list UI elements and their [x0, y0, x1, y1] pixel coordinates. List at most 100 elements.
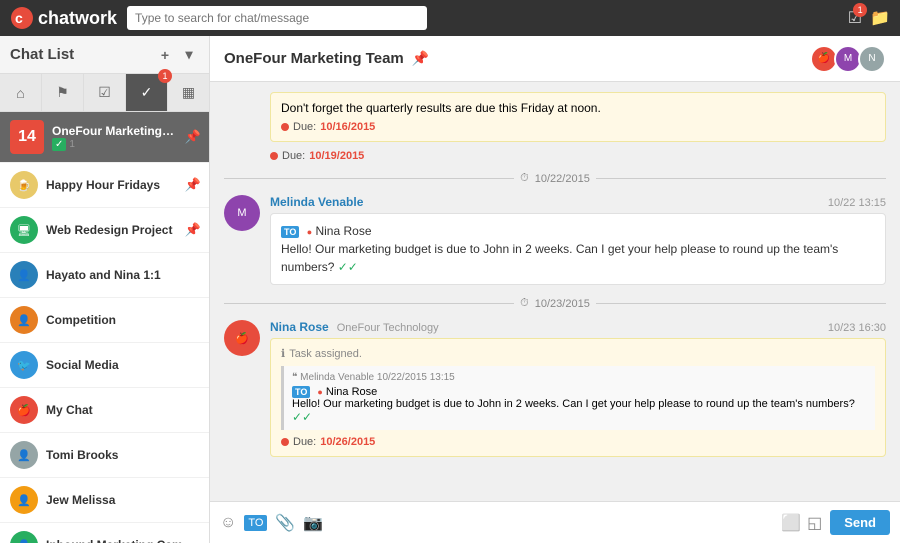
folder-icon[interactable]: 📁	[870, 8, 890, 28]
chat-name-hayato: Hayato and Nina 1:1	[46, 268, 201, 282]
main-layout: Chat List + ▾ ⌂ ⚑ ☑ ✓ 1 ▦ 14 OneFour Mar…	[0, 36, 900, 543]
sender-nina: Nina Rose	[270, 320, 329, 334]
chat-name-tomi: Tomi Brooks	[46, 448, 201, 462]
collapse-icon[interactable]: ◱	[807, 513, 822, 533]
task-check-icon: ✓	[52, 138, 66, 151]
chat-toolbar: ☺ TO 📎 📷 ⬜ ◱ Send	[210, 501, 900, 543]
message-text-melinda: Hello! Our marketing budget is due to Jo…	[281, 242, 838, 274]
tab-grid[interactable]: ▦	[168, 74, 209, 111]
tasks-badge: 1	[853, 3, 867, 17]
logo-icon: c	[10, 6, 34, 30]
pin-icon-header: 📌	[412, 50, 429, 67]
sidebar: Chat List + ▾ ⌂ ⚑ ☑ ✓ 1 ▦ 14 OneFour Mar…	[0, 36, 210, 543]
chat-item-content-happyhour: Happy Hour Fridays	[46, 178, 177, 192]
app-name: chatwork	[38, 8, 117, 29]
chat-item-content-competition: Competition	[46, 313, 201, 327]
chat-item-tomi[interactable]: 👤 Tomi Brooks	[0, 433, 209, 478]
avatar-nina: 🍎	[224, 320, 260, 356]
task-info-nina: ℹ Task assigned.	[281, 347, 875, 360]
chat-avatar-jew: 👤	[10, 486, 38, 514]
due-line-1: Due: 10/16/2015	[281, 121, 875, 133]
chat-avatar-webdesign: 🖥	[10, 216, 38, 244]
chat-item-mychat[interactable]: 🍎 My Chat	[0, 388, 209, 433]
message-group-nina: 🍎 Nina Rose OneFour Technology 10/23 16:…	[224, 320, 886, 463]
chat-item-content-inbound: Inbound Marketing Campaigns	[46, 538, 201, 543]
chat-item-content-tomi: Tomi Brooks	[46, 448, 201, 462]
expand-icons: ⬜ ◱	[781, 513, 822, 533]
quote-to-dot: ●	[317, 387, 322, 397]
chat-item-content-mychat: My Chat	[46, 403, 201, 417]
red-dot-1	[281, 123, 289, 131]
date-divider-2: ⏱ 10/23/2015	[224, 297, 886, 310]
info-icon: ℹ	[281, 347, 285, 360]
avatar-melinda: M	[224, 195, 260, 231]
sidebar-tabs: ⌂ ⚑ ☑ ✓ 1 ▦	[0, 74, 209, 112]
chat-item-content-webdesign: Web Redesign Project	[46, 223, 177, 237]
quote-text: Hello! Our marketing budget is due to Jo…	[292, 398, 855, 410]
clock-icon: ⏱	[520, 172, 529, 185]
chat-name-jew: Jew Melissa	[46, 493, 201, 507]
chat-item-competition[interactable]: 👤 Competition	[0, 298, 209, 343]
task-bubble-nina: ℹ Task assigned. ❝ Melinda Venable 10/22…	[270, 338, 886, 457]
svg-text:c: c	[15, 10, 23, 26]
tab-tasks[interactable]: ☑	[84, 74, 126, 111]
quote-icon: ❝	[292, 372, 297, 383]
chat-avatar-tomi: 👤	[10, 441, 38, 469]
due-line-nina: Due: 10/26/2015	[281, 436, 875, 448]
search-input[interactable]	[135, 11, 419, 25]
attachment-icon[interactable]: 📎	[275, 513, 295, 533]
task-assigned-text: Task assigned.	[289, 348, 362, 360]
message-group-melinda: M Melinda Venable 10/22 13:15 TO ● Nina …	[224, 195, 886, 285]
pin-icon-webdesign: 📌	[185, 222, 201, 238]
quote-checkmark: ✓✓	[292, 410, 312, 424]
chat-item-inbound[interactable]: 👤 Inbound Marketing Campaigns	[0, 523, 209, 543]
chat-avatar-competition: 👤	[10, 306, 38, 334]
chat-sub-onefour: ✓ 1	[52, 138, 177, 151]
company-nina: OneFour Technology	[337, 322, 439, 334]
emoji-icon[interactable]: ☺	[220, 514, 236, 532]
task-text-1: Don't forget the quarterly results are d…	[281, 101, 875, 115]
time-nina: 10/23 16:30	[828, 322, 886, 334]
video-icon[interactable]: 📷	[303, 513, 323, 533]
chat-list-label: Chat List	[10, 46, 74, 63]
add-chat-button[interactable]: +	[155, 45, 175, 65]
chat-name-social: Social Media	[46, 358, 201, 372]
sidebar-header-actions: + ▾	[155, 45, 199, 65]
messages-area[interactable]: Don't forget the quarterly results are d…	[210, 82, 900, 501]
expand-icon[interactable]: ⬜	[781, 513, 801, 533]
chat-item-content-onefour: OneFour Marketing Team ✓ 1	[52, 124, 177, 151]
due-date-1: 10/16/2015	[320, 121, 375, 133]
divider-date-2: 10/23/2015	[535, 298, 590, 310]
due-date-nina: 10/26/2015	[320, 436, 375, 448]
tab-flag[interactable]: ⚑	[42, 74, 84, 111]
sender-melinda: Melinda Venable	[270, 195, 363, 209]
red-dot-nina	[281, 438, 289, 446]
chat-avatar-inbound: 👤	[10, 531, 38, 543]
chat-header-avatars: 🍎 M N	[814, 45, 886, 73]
chat-title: OneFour Marketing Team	[224, 50, 404, 67]
chat-item-hayato[interactable]: 👤 Hayato and Nina 1:1	[0, 253, 209, 298]
chat-item-webdesign[interactable]: 🖥 Web Redesign Project 📌	[0, 208, 209, 253]
chat-name-inbound: Inbound Marketing Campaigns	[46, 538, 201, 543]
sidebar-list: 14 OneFour Marketing Team ✓ 1 📌 🍺 Happy …	[0, 112, 209, 543]
solo-due-task: Due: 10/19/2015	[270, 150, 886, 162]
bubble-melinda: TO ● Nina Rose Hello! Our marketing budg…	[270, 213, 886, 285]
chat-item-content-jew: Jew Melissa	[46, 493, 201, 507]
quote-bubble-nina: ❝ Melinda Venable 10/22/2015 13:15 TO ● …	[281, 366, 875, 430]
chat-item-jew[interactable]: 👤 Jew Melissa	[0, 478, 209, 523]
chat-item-happyhour[interactable]: 🍺 Happy Hour Fridays 📌	[0, 163, 209, 208]
chat-item-onefour[interactable]: 14 OneFour Marketing Team ✓ 1 📌	[0, 112, 209, 163]
tasks-icon[interactable]: ☑ 1	[848, 8, 862, 28]
send-button[interactable]: Send	[830, 510, 890, 535]
task-content-1: Don't forget the quarterly results are d…	[270, 92, 886, 142]
search-bar[interactable]	[127, 6, 427, 30]
more-options-button[interactable]: ▾	[179, 45, 199, 65]
clock-icon-2: ⏱	[520, 297, 529, 310]
task-bubble-1: Don't forget the quarterly results are d…	[270, 92, 886, 142]
tab-home[interactable]: ⌂	[0, 74, 42, 111]
to-icon[interactable]: TO	[244, 515, 267, 531]
chat-item-social[interactable]: 🐦 Social Media	[0, 343, 209, 388]
message-body-nina: Nina Rose OneFour Technology 10/23 16:30…	[270, 320, 886, 463]
red-dot-2	[270, 152, 278, 160]
tab-check[interactable]: ✓ 1	[126, 74, 168, 111]
